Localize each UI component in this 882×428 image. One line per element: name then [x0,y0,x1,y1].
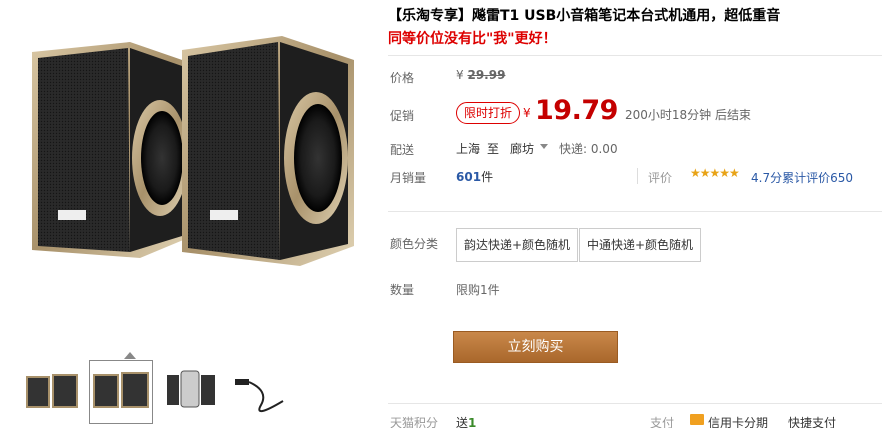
promotion-price: 19.79 [535,95,618,126]
title-divider [388,55,882,56]
shipping-label: 配送 [390,143,415,157]
express-pay[interactable]: 快捷支付 [788,414,836,428]
rating-stars-icon: ★★★★★ [690,166,740,180]
payment-label: 支付 [650,416,675,428]
monthly-sales-count: 601 [456,170,482,184]
points-value: 1 [468,416,477,428]
credit-card-installment[interactable]: 信用卡分期 [708,414,768,428]
product-title: 【乐淘专享】飚雷T1 USB小音箱笔记本台式机通用，超低重音 [388,8,781,24]
thumb-phone-speakers-icon [167,370,215,408]
thumbnail-2[interactable] [89,360,153,424]
product-info-panel: 【乐淘专享】飚雷T1 USB小音箱笔记本台式机通用，超低重音 同等价位没有比"我… [372,0,882,428]
sales-rating-separator [637,168,638,184]
monthly-sales-label: 月销量 [390,171,427,185]
monthly-sales: 601件 [456,168,493,185]
chevron-down-icon[interactable] [540,144,548,149]
buy-now-button[interactable]: 立刻购买 [453,331,618,363]
color-label: 颜色分类 [390,237,439,251]
shipping-fee: 快递: 0.00 [559,142,618,156]
shipping-to-word: 至 [487,142,500,156]
points-prefix: 送 [456,416,469,428]
product-subtitle: 同等价位没有比"我"更好！ [388,31,557,47]
promotion-countdown: 200小时18分钟 后结束 [625,108,751,122]
shipping-origin: 上海 [456,142,481,156]
quantity-label: 数量 [390,283,415,297]
points-label: 天猫积分 [390,416,439,428]
thumbnail-3[interactable] [160,360,224,424]
monthly-sales-unit: 件 [481,170,494,184]
active-thumb-indicator [124,352,136,359]
purchase-limit: 限购1件 [456,283,500,297]
original-price: ¥ 29.99 [456,68,505,82]
original-price-value: 29.99 [467,68,506,82]
thumbnail-strip [10,352,372,428]
thumb-speakers-icon [93,372,149,408]
points-text: 送1 [456,414,476,428]
promotion-label: 促销 [390,109,415,123]
rating-label: 评价 [648,171,673,185]
thumb-speakers-icon [26,374,78,408]
price-label: 价格 [390,71,415,85]
rating-summary-link[interactable]: 4.7分累计评价650 [751,169,853,186]
main-product-image[interactable] [10,0,370,346]
promotion-badge: 限时打折 [456,102,521,124]
promotion-currency: ¥ [523,106,531,120]
thumb-cable-icon [235,379,284,412]
thumbnail-1[interactable] [22,360,86,424]
info-divider [388,211,882,212]
bottom-divider [388,403,882,404]
thumbnail-4[interactable] [228,360,292,424]
shipping-destination-select[interactable]: 廊坊 [510,140,534,157]
speaker-pair-illustration [32,36,354,266]
currency-symbol: ¥ [456,68,464,82]
credit-card-icon [690,414,704,425]
product-gallery [0,0,372,428]
color-option-2[interactable]: 中通快递+颜色随机 [579,228,702,262]
color-option-1[interactable]: 韵达快递+颜色随机 [456,228,579,262]
